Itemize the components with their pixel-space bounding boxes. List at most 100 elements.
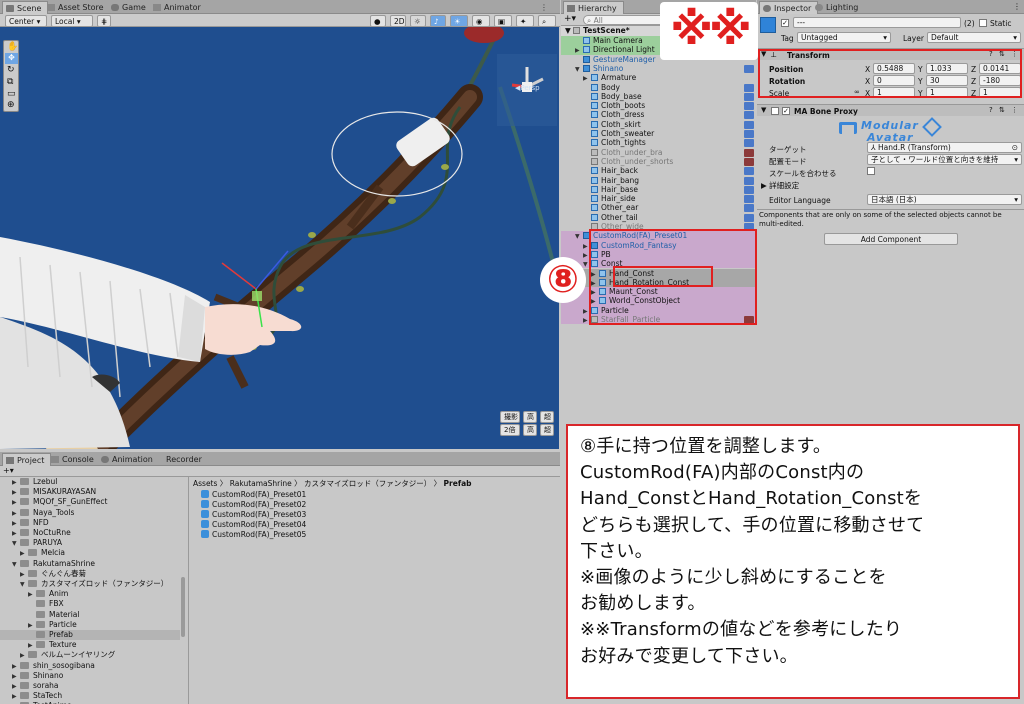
folder-row[interactable]: ▶ soraha xyxy=(0,681,180,691)
tab-inspector[interactable]: Inspector xyxy=(759,1,819,14)
space-dropdown[interactable]: Local ▾ xyxy=(51,15,93,27)
prefab-file[interactable]: CustomRod(FA)_Preset04 xyxy=(201,520,306,530)
folder-row[interactable]: Material xyxy=(0,610,180,620)
hierarchy-row[interactable]: Cloth_under_bra xyxy=(561,148,756,157)
inspector-more-icon[interactable]: ⋮ xyxy=(1013,2,1021,11)
hud-high2-button[interactable]: 高 xyxy=(523,424,537,436)
hierarchy-row[interactable]: Hair_back xyxy=(561,166,756,176)
folder-row[interactable]: ▶ MISAKURAYASAN xyxy=(0,487,180,497)
fx-icon[interactable]: ☀ xyxy=(450,15,468,27)
scrollbar[interactable] xyxy=(181,577,185,637)
mode-dropdown[interactable]: 子として・ワールド位置と向きを維持 ▾ xyxy=(867,154,1022,165)
gizmos-icon[interactable]: ✦ xyxy=(516,15,534,27)
tab-animator[interactable]: Animator xyxy=(150,1,207,14)
folder-row[interactable]: ▼ カスタマイズロッド（ファンタジー） xyxy=(0,579,180,589)
camera-icon[interactable]: ▣ xyxy=(494,15,512,27)
folder-row[interactable]: ▶ ぐんぐん春菊 xyxy=(0,569,180,579)
match-scale-checkbox[interactable] xyxy=(867,167,875,175)
scene-view[interactable]: ◀Persp ✋ ✥ ↻ ⧉ ▭ ⊕ 撮影 高 超 2倍 高 超 xyxy=(0,27,559,449)
hierarchy-row[interactable]: Body_base xyxy=(561,92,756,101)
prefab-file[interactable]: CustomRod(FA)_Preset01 xyxy=(201,490,306,500)
folder-row[interactable]: ▶ NoCtuRne xyxy=(0,528,180,538)
hierarchy-row[interactable]: Hair_side xyxy=(561,194,756,204)
pivot-dropdown[interactable]: Center ▾ xyxy=(5,15,47,27)
folder-row[interactable]: ▼ PARUYA xyxy=(0,538,180,548)
folder-row[interactable]: FBX xyxy=(0,599,180,609)
folder-row[interactable]: ▶ MQOf_SF_GunEffect xyxy=(0,497,180,507)
hierarchy-row[interactable]: Hair_bang xyxy=(561,176,756,185)
rotate-tool-icon[interactable]: ↻ xyxy=(7,65,15,75)
hierarchy-row[interactable]: ▶ Armature xyxy=(561,73,756,82)
component-enabled-checkbox[interactable]: ✓ xyxy=(782,107,790,115)
component-menu-icon[interactable]: ⋮ xyxy=(1011,106,1018,114)
hud-2x-button[interactable]: 2倍 xyxy=(500,424,520,436)
object-name-field[interactable]: --- xyxy=(793,17,961,28)
snap-icon[interactable]: ⋕ xyxy=(97,15,111,27)
hierarchy-row[interactable]: Body xyxy=(561,83,756,92)
hierarchy-row[interactable]: Cloth_boots xyxy=(561,101,756,111)
more-icon[interactable]: ⋮ xyxy=(540,3,548,12)
search-icon[interactable]: ⌕ xyxy=(538,15,556,27)
folder-row[interactable]: ▶ Naya_Tools xyxy=(0,508,180,518)
hierarchy-row[interactable]: Cloth_tights xyxy=(561,138,756,148)
hierarchy-row[interactable]: Hair_base xyxy=(561,185,756,194)
folder-row[interactable]: ▶ Melcia xyxy=(0,548,180,558)
layer-dropdown[interactable]: Default ▾ xyxy=(927,32,1021,43)
folder-row[interactable]: ▶ Lzebul xyxy=(0,477,180,487)
tab-recorder[interactable]: Recorder xyxy=(152,453,208,466)
folder-row[interactable]: ▶ ベルムーンイヤリング xyxy=(0,650,180,660)
hud-high-button[interactable]: 高 xyxy=(523,411,537,423)
folder-row[interactable]: ▶ NFD xyxy=(0,518,180,528)
hud-capture-button[interactable]: 撮影 xyxy=(500,411,520,423)
hud-ultra-button[interactable]: 超 xyxy=(540,411,554,423)
prefab-file[interactable]: CustomRod(FA)_Preset05 xyxy=(201,530,306,540)
create-icon[interactable]: +▾ xyxy=(3,466,14,475)
hierarchy-row[interactable]: ▼ Shinano xyxy=(561,64,756,73)
tab-lighting[interactable]: Lighting xyxy=(812,1,864,14)
folder-row[interactable]: ▶ Shinano xyxy=(0,671,180,681)
help-icon[interactable]: ? xyxy=(989,106,993,114)
visibility-icon[interactable]: ◉ xyxy=(472,15,490,27)
tab-animation[interactable]: Animation xyxy=(98,453,159,466)
hierarchy-row[interactable]: Cloth_skirt xyxy=(561,120,756,129)
rect-tool-icon[interactable]: ▭ xyxy=(7,89,16,99)
hierarchy-row[interactable]: Other_tail xyxy=(561,213,756,222)
folder-row[interactable]: ▶ shin_sosogibana xyxy=(0,661,180,671)
bone-proxy-header[interactable]: ▼ ✓ MA Bone Proxy ? ⇅ ⋮ xyxy=(757,104,1024,116)
breadcrumb-item[interactable]: RakutamaShrine xyxy=(230,479,292,488)
static-checkbox[interactable] xyxy=(979,19,987,27)
hierarchy-row[interactable]: Cloth_under_shorts xyxy=(561,157,756,166)
tab-hierarchy[interactable]: Hierarchy xyxy=(563,1,624,14)
tab-scene[interactable]: Scene xyxy=(2,1,49,14)
audio-icon[interactable]: ♪ xyxy=(430,15,446,27)
object-picker-icon[interactable]: ⊙ xyxy=(1012,143,1018,152)
folder-row[interactable]: ▶ Particle xyxy=(0,620,180,630)
tab-console[interactable]: Console xyxy=(48,453,100,466)
target-field[interactable]: ⅄ Hand.R (Transform) ⊙ xyxy=(867,142,1022,153)
shading-icon[interactable]: ● xyxy=(370,15,386,27)
hierarchy-row[interactable]: Cloth_sweater xyxy=(561,129,756,138)
breadcrumb-item[interactable]: Assets xyxy=(193,479,217,488)
breadcrumb-item[interactable]: Prefab xyxy=(444,479,472,488)
preset-icon[interactable]: ⇅ xyxy=(999,106,1005,114)
tab-game[interactable]: Game xyxy=(108,1,152,14)
move-tool-icon[interactable]: ✥ xyxy=(5,53,18,64)
hud-ultra2-button[interactable]: 超 xyxy=(540,424,554,436)
editor-language-dropdown[interactable]: 日本語 (日本) ▾ xyxy=(867,194,1022,205)
hierarchy-row[interactable]: Other_ear xyxy=(561,203,756,213)
folder-row[interactable]: Prefab xyxy=(0,630,180,641)
tab-asset-store[interactable]: Asset Store xyxy=(44,1,110,14)
breadcrumb-item[interactable]: カスタマイズロッド（ファンタジー） xyxy=(304,479,431,488)
add-component-button[interactable]: Add Component xyxy=(824,233,958,245)
tag-dropdown[interactable]: Untagged ▾ xyxy=(797,32,891,43)
tab-project[interactable]: Project xyxy=(2,453,52,466)
hand-tool-icon[interactable]: ✋ xyxy=(7,42,18,52)
prefab-file[interactable]: CustomRod(FA)_Preset02 xyxy=(201,500,306,510)
transform-tool-icon[interactable]: ⊕ xyxy=(7,100,15,110)
active-checkbox[interactable]: ✓ xyxy=(781,19,789,27)
lighting-icon[interactable]: ☼ xyxy=(410,15,426,27)
scale-tool-icon[interactable]: ⧉ xyxy=(7,77,13,87)
add-icon[interactable]: +▾ xyxy=(564,14,576,24)
folder-row[interactable]: ▶ StaTech xyxy=(0,691,180,701)
hierarchy-row[interactable]: Cloth_dress xyxy=(561,110,756,120)
